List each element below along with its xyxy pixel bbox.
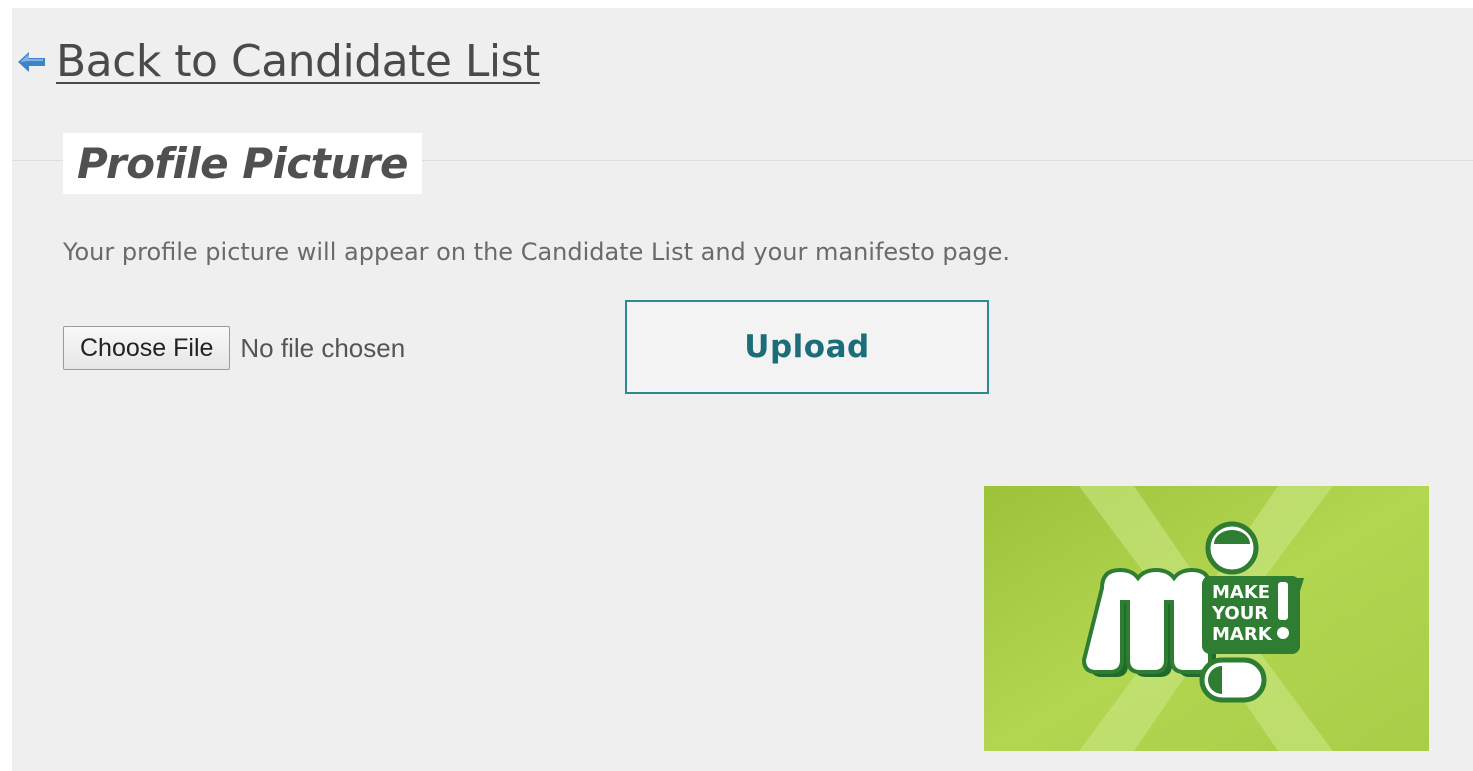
back-arrow-icon xyxy=(18,50,46,74)
make-your-mark-logo: MAKE YOUR MARK xyxy=(984,486,1429,751)
file-status-text: No file chosen xyxy=(240,332,406,363)
back-link-label: Back to Candidate List xyxy=(56,36,540,87)
profile-picture-image: MAKE YOUR MARK xyxy=(984,486,1429,751)
back-to-candidate-list-link[interactable]: Back to Candidate List xyxy=(18,36,540,87)
section-description: Your profile picture will appear on the … xyxy=(63,238,1010,266)
upload-button[interactable]: Upload xyxy=(625,300,989,394)
section-heading: Profile Picture xyxy=(63,133,422,194)
choose-file-button[interactable]: Choose File xyxy=(63,326,231,370)
page: Back to Candidate List Profile Picture Y… xyxy=(12,8,1473,771)
svg-text:MARK: MARK xyxy=(1212,624,1273,645)
svg-text:MAKE: MAKE xyxy=(1212,582,1270,603)
file-input[interactable]: Choose File No file chosen xyxy=(63,326,405,370)
svg-text:YOUR: YOUR xyxy=(1211,603,1268,624)
